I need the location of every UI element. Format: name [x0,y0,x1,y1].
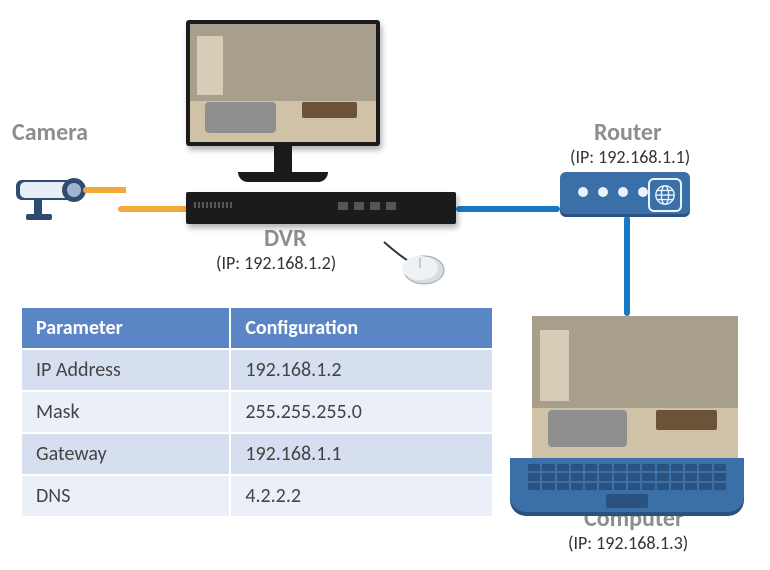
router-label: Router [594,118,662,147]
table-cell: 4.2.2.2 [230,475,493,517]
cable-router-computer [624,216,630,316]
table-cell: IP Address [21,349,230,391]
camera-icon [16,160,126,225]
table-cell: 192.168.1.2 [230,349,493,391]
mouse-icon [380,238,450,293]
camera-label: Camera [12,118,88,147]
router-ip: (IP: 192.168.1.1) [570,146,690,168]
config-table: Parameter Configuration IP Address 192.1… [20,306,494,518]
computer-ip: (IP: 192.168.1.3) [568,532,688,554]
table-row: Mask 255.255.255.0 [21,391,493,433]
router-icon [560,172,690,214]
cable-camera-dvr [118,206,188,212]
table-cell: 192.168.1.1 [230,433,493,475]
table-cell: Gateway [21,433,230,475]
laptop-icon [532,316,744,512]
dvr-icon [186,192,456,224]
table-header-config: Configuration [230,307,493,349]
table-cell: DNS [21,475,230,517]
table-cell: Mask [21,391,230,433]
table-row: DNS 4.2.2.2 [21,475,493,517]
globe-icon [648,178,682,212]
dvr-ip: (IP: 192.168.1.2) [216,252,336,274]
table-row: IP Address 192.168.1.2 [21,349,493,391]
monitor-icon [186,20,380,182]
dvr-label: DVR [264,224,306,253]
table-row: Gateway 192.168.1.1 [21,433,493,475]
table-header-param: Parameter [21,307,230,349]
table-cell: 255.255.255.0 [230,391,493,433]
cable-dvr-router [456,206,560,212]
